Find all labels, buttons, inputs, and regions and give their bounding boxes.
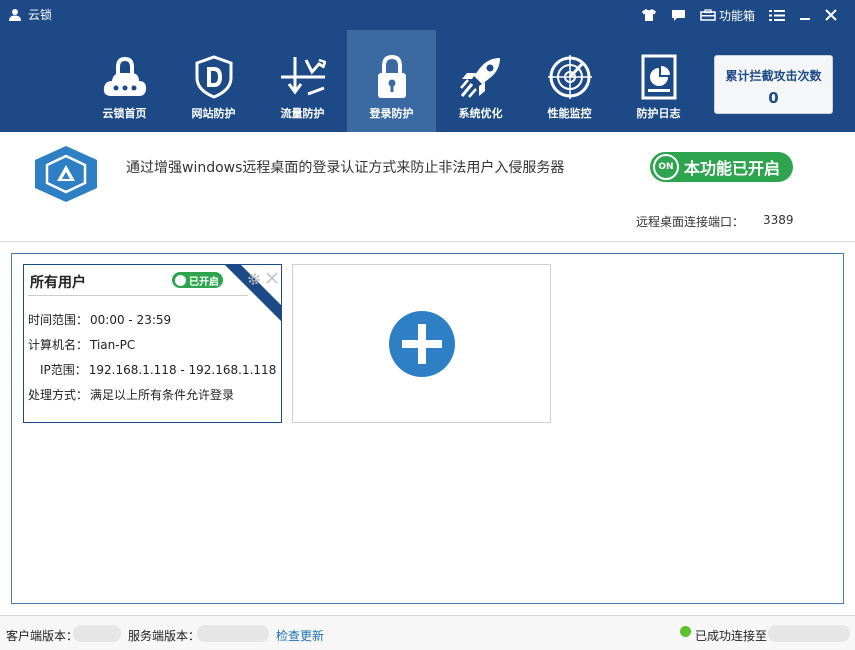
shield-d-icon xyxy=(191,54,237,100)
tab-home-label: 云锁首页 xyxy=(102,107,147,120)
minimize-icon xyxy=(800,18,810,20)
rule-computer-name: 计算机名： Tian-PC xyxy=(28,336,135,353)
server-version-label: 服务端版本： xyxy=(128,629,201,643)
menu-button[interactable] xyxy=(769,5,785,25)
rule-time-range-key: 时间范围： xyxy=(28,313,89,327)
message-icon xyxy=(671,9,685,21)
tshirt-icon xyxy=(641,9,656,21)
title-bar-controls: 功能箱 xyxy=(641,5,837,25)
toggle-on-knob: ON xyxy=(653,154,679,180)
feature-status-text: 本功能已开启 xyxy=(684,159,781,178)
user-icon xyxy=(9,8,21,21)
port-label: 远程桌面连接端口： xyxy=(636,215,745,229)
gear-icon[interactable] xyxy=(247,272,261,286)
toggle-dot xyxy=(175,274,186,286)
server-version-value xyxy=(197,625,269,642)
add-icon[interactable] xyxy=(389,311,455,377)
toolbox-label: 功能箱 xyxy=(718,8,755,23)
tab-system-optimize[interactable]: 系统优化 xyxy=(436,30,525,132)
close-button[interactable] xyxy=(825,5,837,25)
padlock-icon xyxy=(369,54,415,100)
minimize-button[interactable] xyxy=(799,5,811,25)
rule-card-title: 所有用户 xyxy=(30,275,86,291)
connection-status-label: 已成功连接至 xyxy=(695,629,768,643)
client-version-label: 客户端版本： xyxy=(6,629,79,643)
tab-login-protection[interactable]: 登录防护 xyxy=(347,30,436,132)
attack-counter-value: 0 xyxy=(768,89,779,107)
rule-card[interactable]: 所有用户 已开启 时间范围： 00:00 - 23:59 计算机名： Tian-PC… xyxy=(23,264,282,423)
skin-button[interactable] xyxy=(641,5,657,25)
rule-enabled-label: 已开启 xyxy=(189,276,219,288)
port-value: 3389 xyxy=(763,213,794,227)
rule-computer-name-value: Tian-PC xyxy=(90,338,136,352)
feature-description: 通过增强windows远程桌面的登录认证方式来防止非法用户入侵服务器 xyxy=(126,160,565,176)
rule-computer-name-key: 计算机名： xyxy=(28,338,89,352)
rule-action-key: 处理方式： xyxy=(28,388,89,402)
menu-icon xyxy=(769,9,785,21)
client-version-value xyxy=(73,625,121,642)
rule-ip-range-key: IP范围： xyxy=(40,363,87,377)
feature-info: 通过增强windows远程桌面的登录认证方式来防止非法用户入侵服务器 ON 本功… xyxy=(0,132,855,242)
app-title: 云锁 xyxy=(8,6,52,23)
rule-time-range-value: 00:00 - 23:59 xyxy=(90,313,172,327)
tab-home[interactable]: 云锁首页 xyxy=(80,30,169,132)
tab-website-protection[interactable]: 网站防护 xyxy=(169,30,258,132)
add-rule-card[interactable] xyxy=(292,264,551,423)
attack-counter-label: 累计拦截攻击次数 xyxy=(725,69,822,83)
app-header: 云锁 功能箱 云锁首页 网站防护 流量防护 登录防护 系统优化 性能监控 防护日… xyxy=(0,0,855,132)
tab-protection-log-label: 防护日志 xyxy=(636,107,681,120)
rule-enabled-toggle[interactable]: 已开启 xyxy=(172,272,223,288)
log-chart-icon xyxy=(636,54,682,100)
feedback-button[interactable] xyxy=(671,5,686,25)
login-shield-icon xyxy=(35,146,97,202)
app-title-text: 云锁 xyxy=(28,8,53,22)
tab-performance-monitor[interactable]: 性能监控 xyxy=(525,30,614,132)
tab-traffic-protection[interactable]: 流量防护 xyxy=(258,30,347,132)
rule-ip-range-value: 192.168.1.118 - 192.168.1.118 xyxy=(88,363,277,377)
rule-action: 处理方式： 满足以上所有条件允许登录 xyxy=(28,386,234,403)
rocket-icon xyxy=(458,54,504,100)
main-nav: 云锁首页 网站防护 流量防护 登录防护 系统优化 性能监控 防护日志 xyxy=(80,30,703,132)
tab-traffic-protection-label: 流量防护 xyxy=(280,107,325,120)
close-icon xyxy=(825,9,837,21)
rule-time-range: 时间范围： 00:00 - 23:59 xyxy=(28,311,171,328)
rule-action-value: 满足以上所有条件允许登录 xyxy=(90,388,235,402)
status-bar: 客户端版本： 服务端版本： 检查更新 已成功连接至 xyxy=(0,615,855,650)
rule-ip-range: IP范围： 192.168.1.118 - 192.168.1.118 xyxy=(40,361,276,378)
tab-login-protection-label: 登录防护 xyxy=(369,107,414,120)
tab-protection-log[interactable]: 防护日志 xyxy=(614,30,703,132)
radar-icon xyxy=(547,54,593,100)
check-update-link[interactable]: 检查更新 xyxy=(276,627,324,644)
traffic-icon xyxy=(280,54,326,100)
toolbox-icon xyxy=(700,9,716,21)
title-bar: 云锁 功能箱 xyxy=(0,0,855,30)
connection-server-value xyxy=(768,625,850,642)
tab-performance-monitor-label: 性能监控 xyxy=(547,107,592,120)
tab-system-optimize-label: 系统优化 xyxy=(458,107,503,120)
cloud-lock-icon xyxy=(102,54,148,100)
toolbox-button[interactable]: 功能箱 xyxy=(700,5,755,25)
connection-status-dot xyxy=(680,626,691,637)
tab-website-protection-label: 网站防护 xyxy=(191,107,236,120)
close-icon[interactable] xyxy=(265,271,279,285)
feature-toggle[interactable]: ON 本功能已开启 xyxy=(650,152,793,182)
attack-counter: 累计拦截攻击次数 0 xyxy=(714,55,833,114)
